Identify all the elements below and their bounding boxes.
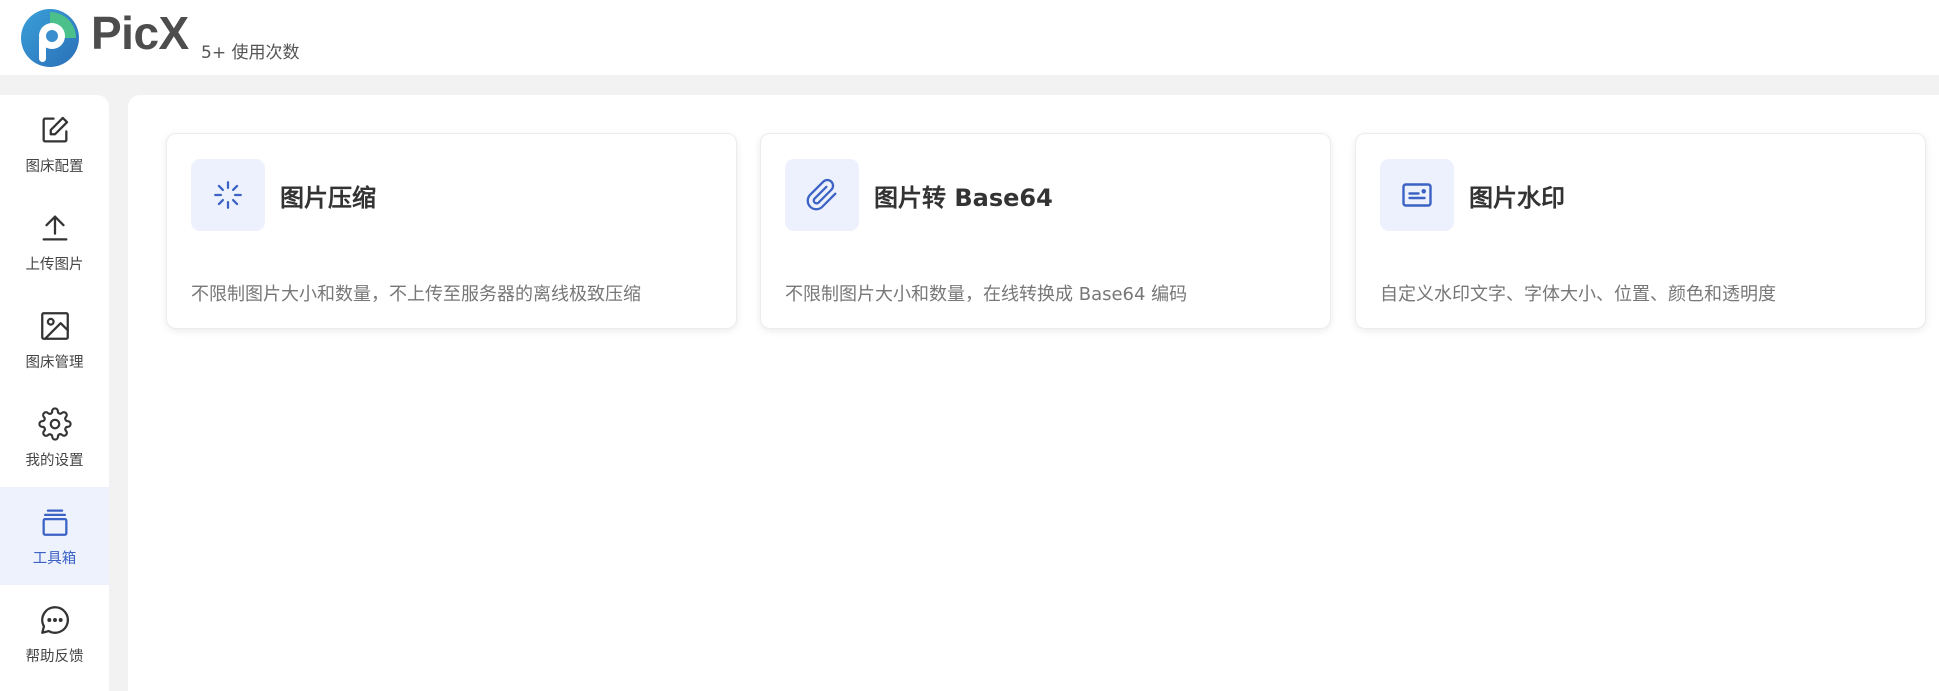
tool-card-description: 不限制图片大小和数量，在线转换成 Base64 编码 bbox=[785, 284, 1188, 305]
sidebar-item-image-bed-config[interactable]: 图床配置 bbox=[0, 95, 109, 193]
tool-card-description: 自定义水印文字、字体大小、位置、颜色和透明度 bbox=[1380, 284, 1776, 305]
sidebar-item-label: 图床管理 bbox=[25, 355, 84, 371]
tool-card-title: 图片压缩 bbox=[280, 184, 376, 212]
sidebar-item-label: 我的设置 bbox=[25, 453, 84, 469]
tool-card-description: 不限制图片大小和数量，不上传至服务器的离线极致压缩 bbox=[191, 284, 641, 305]
sidebar-item-image-management[interactable]: 图床管理 bbox=[0, 291, 109, 389]
sidebar-item-label: 帮助反馈 bbox=[25, 649, 84, 665]
top-header: PicX 5+ 使用次数 bbox=[0, 0, 1939, 75]
gear-icon bbox=[37, 407, 72, 441]
sidebar-item-toolbox[interactable]: 工具箱 bbox=[0, 487, 109, 585]
sidebar-item-settings[interactable]: 我的设置 bbox=[0, 389, 109, 487]
sidebar-item-label: 图床配置 bbox=[25, 159, 84, 175]
edit-icon bbox=[42, 116, 68, 143]
sidebar-item-label: 上传图片 bbox=[25, 257, 84, 273]
sidebar-item-upload[interactable]: 上传图片 bbox=[0, 193, 109, 291]
compress-icon bbox=[214, 181, 242, 209]
tool-card-compress[interactable]: 图片压缩 不限制图片大小和数量，不上传至服务器的离线极致压缩 bbox=[166, 133, 737, 329]
tool-card-base64[interactable]: 图片转 Base64 不限制图片大小和数量，在线转换成 Base64 编码 bbox=[760, 133, 1331, 329]
tool-card-title: 图片水印 bbox=[1469, 184, 1565, 212]
tool-icon-box bbox=[785, 159, 859, 231]
brand-name: PicX bbox=[91, 7, 189, 59]
tool-icon-box bbox=[1380, 159, 1454, 231]
paperclip-icon bbox=[806, 178, 837, 211]
watermark-icon bbox=[1402, 183, 1432, 207]
upload-icon bbox=[42, 215, 67, 241]
sidebar-nav: 图床配置 上传图片 图床管理 我的设置 工具箱 帮助反馈 bbox=[0, 95, 109, 691]
image-icon bbox=[40, 312, 69, 340]
chat-icon bbox=[40, 606, 69, 634]
main-content: 图片压缩 不限制图片大小和数量，不上传至服务器的离线极致压缩 图片转 Base6… bbox=[128, 95, 1939, 691]
usage-count: 5+ 使用次数 bbox=[201, 43, 300, 63]
sidebar-item-help-feedback[interactable]: 帮助反馈 bbox=[0, 585, 109, 683]
tool-card-title: 图片转 Base64 bbox=[874, 184, 1053, 212]
sidebar-item-label: 工具箱 bbox=[32, 551, 77, 567]
tool-icon-box bbox=[191, 159, 265, 231]
toolbox-icon bbox=[42, 509, 67, 536]
tool-card-watermark[interactable]: 图片水印 自定义水印文字、字体大小、位置、颜色和透明度 bbox=[1355, 133, 1926, 329]
picx-logo-icon[interactable] bbox=[20, 8, 80, 68]
